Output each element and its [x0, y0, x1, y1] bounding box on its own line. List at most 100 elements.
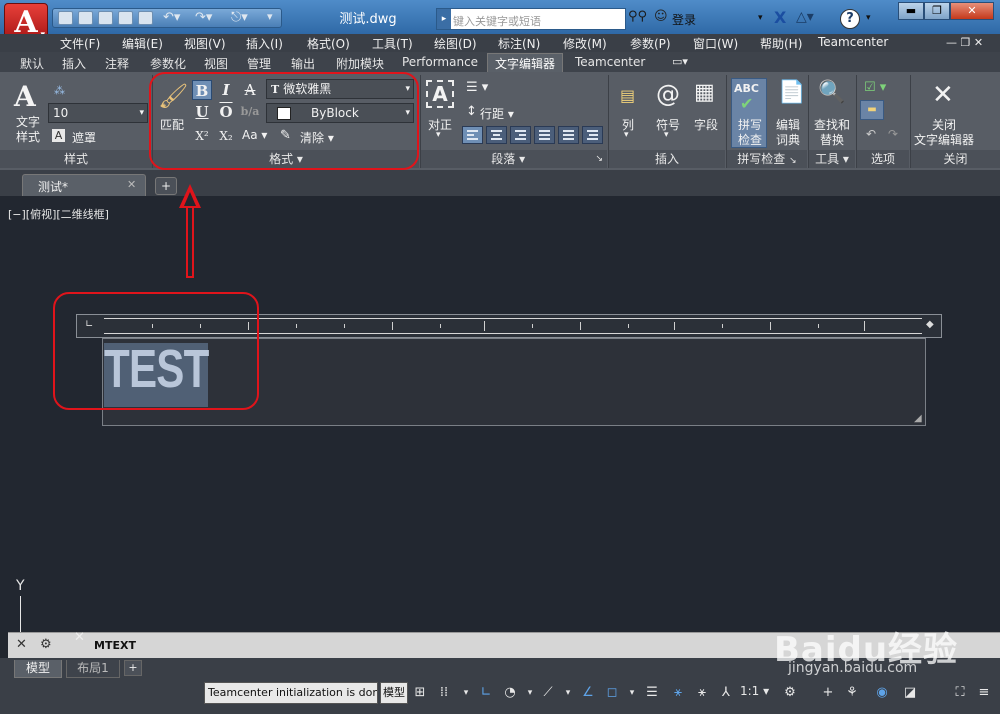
menu-tools[interactable]: 工具(T): [372, 35, 413, 52]
workspace-icon[interactable]: ⚙: [780, 682, 800, 704]
menu-help[interactable]: 帮助(H): [760, 35, 802, 52]
tab-default[interactable]: 默认: [20, 55, 44, 72]
menu-format[interactable]: 格式(O): [307, 35, 350, 52]
find-label-2[interactable]: 替换: [820, 131, 844, 148]
doc-window-controls[interactable]: — ❐ ✕: [946, 36, 983, 49]
open-icon[interactable]: [78, 11, 93, 25]
menu-file[interactable]: 文件(F): [60, 35, 100, 52]
login-dropdown-icon[interactable]: ▾: [758, 13, 763, 23]
tab-teamcenter[interactable]: Teamcenter: [575, 55, 645, 69]
text-height-combo[interactable]: 10 ▾: [48, 103, 148, 123]
annotation-scale-icon[interactable]: ⅄: [716, 682, 736, 704]
paragraph-panel-title[interactable]: 段落 ▾ ↘: [421, 150, 607, 168]
distribute-button[interactable]: [558, 126, 579, 144]
hardware-acceleration-icon[interactable]: ◉: [872, 682, 892, 704]
undo-icon[interactable]: ↶▾: [163, 10, 180, 25]
justification-icon[interactable]: A: [426, 80, 454, 108]
share-icon[interactable]: ⎋▾: [231, 10, 248, 25]
annotation-scale-value[interactable]: 1:1 ▾: [740, 684, 769, 698]
object-snap-icon[interactable]: ◻: [602, 682, 622, 704]
help-icon[interactable]: ?: [840, 9, 860, 29]
width-handle-icon[interactable]: ◆: [926, 319, 934, 330]
menu-parametric[interactable]: 参数(P): [630, 35, 671, 52]
osnap-dropdown-icon[interactable]: ▾: [622, 682, 642, 704]
iso-dropdown-icon[interactable]: ▾: [558, 682, 578, 704]
close-label-2[interactable]: 文字编辑器: [914, 131, 974, 148]
align-right-button[interactable]: [510, 126, 531, 144]
customize-qat-icon[interactable]: ▾: [267, 10, 273, 23]
search-input[interactable]: ▸ 键入关键字或短语: [436, 8, 626, 30]
redo-icon[interactable]: ↷: [888, 127, 898, 141]
field-icon[interactable]: ▦: [694, 80, 715, 105]
lineweight-icon[interactable]: ☰: [642, 682, 662, 704]
customize-status-icon[interactable]: ≡: [974, 682, 994, 704]
add-layout-button[interactable]: +: [124, 660, 142, 676]
exchange-icon[interactable]: X: [774, 8, 786, 27]
clean-screen-icon[interactable]: ◪: [900, 682, 920, 704]
object-snap-tracking-icon[interactable]: ∠: [578, 682, 598, 704]
dict-label-2[interactable]: 词典: [776, 131, 800, 148]
more-options-icon[interactable]: ☑ ▾: [864, 80, 886, 95]
save-as-icon[interactable]: [118, 11, 133, 25]
ruler-toggle-button[interactable]: ▬: [860, 100, 884, 120]
command-customize-icon[interactable]: ⚙: [40, 637, 52, 652]
tab-output[interactable]: 输出: [291, 55, 315, 72]
tab-model[interactable]: 模型: [14, 660, 62, 678]
resize-grip-icon[interactable]: ◢: [914, 413, 922, 424]
close-editor-icon[interactable]: ✕: [932, 80, 954, 110]
menu-dimension[interactable]: 标注(N): [498, 35, 540, 52]
line-spacing-button[interactable]: 行距 ▾: [480, 105, 514, 122]
find-replace-icon[interactable]: 🔍: [818, 80, 845, 105]
close-window-button[interactable]: ✕: [950, 2, 994, 20]
paragraph-launcher-icon[interactable]: ↘: [595, 150, 603, 168]
menu-view[interactable]: 视图(V): [184, 35, 226, 52]
login-button[interactable]: 登录: [672, 11, 696, 28]
print-icon[interactable]: [138, 11, 153, 25]
menu-draw[interactable]: 绘图(D): [434, 35, 477, 52]
restore-button[interactable]: ❐: [924, 2, 950, 20]
menu-insert[interactable]: 插入(I): [246, 35, 283, 52]
spellcheck-launcher-icon[interactable]: ↘: [789, 156, 797, 166]
tab-annotate[interactable]: 注释: [105, 55, 129, 72]
isolate-icon[interactable]: ⚘: [842, 682, 862, 704]
new-icon[interactable]: [58, 11, 73, 25]
check-icon[interactable]: ✔: [740, 94, 753, 113]
snap-icon[interactable]: ⁞⁞: [434, 682, 454, 704]
tab-addins[interactable]: 附加模块: [336, 55, 384, 72]
menu-edit[interactable]: 编辑(E): [122, 35, 163, 52]
mask-icon[interactable]: A: [52, 129, 65, 142]
redo-icon[interactable]: ↷▾: [195, 10, 212, 25]
new-tab-button[interactable]: +: [155, 177, 177, 195]
spell-label-2[interactable]: 检查: [738, 131, 762, 148]
tab-view[interactable]: 视图: [204, 55, 228, 72]
a360-icon[interactable]: △▾: [796, 9, 814, 25]
mask-label[interactable]: 遮罩: [72, 129, 96, 146]
command-cancel-icon[interactable]: ✕: [74, 630, 85, 645]
isodraft-icon[interactable]: ⟋: [538, 682, 558, 704]
spellcheck-panel-title[interactable]: 拼写检查 ↘: [727, 150, 807, 168]
tab-parametric[interactable]: 参数化: [150, 55, 186, 72]
tools-panel-title[interactable]: 工具 ▾: [809, 150, 855, 168]
menu-teamcenter[interactable]: Teamcenter: [818, 35, 888, 49]
help-dropdown-icon[interactable]: ▾: [866, 13, 871, 23]
save-icon[interactable]: [98, 11, 113, 25]
search-expand-icon[interactable]: ▸: [437, 9, 451, 29]
tab-text-editor[interactable]: 文字编辑器: [495, 55, 555, 72]
model-space-button[interactable]: 模型: [380, 682, 408, 704]
auto-scale-icon[interactable]: ⚹: [692, 682, 712, 704]
tab-layout1[interactable]: 布局1: [66, 660, 120, 678]
tab-insert[interactable]: 插入: [62, 55, 86, 72]
columns-icon[interactable]: ▤: [620, 86, 635, 105]
justify-button[interactable]: [534, 126, 555, 144]
edit-dictionary-icon[interactable]: 📄: [778, 80, 805, 105]
menu-modify[interactable]: 修改(M): [563, 35, 607, 52]
annotative-icon[interactable]: ⁂: [54, 84, 65, 97]
tab-manage[interactable]: 管理: [247, 55, 271, 72]
binoculars-icon[interactable]: ⚲⚲: [628, 9, 650, 27]
align-left-button[interactable]: [462, 126, 483, 144]
text-style-icon[interactable]: A: [14, 80, 36, 113]
justification-dropdown-icon[interactable]: ▾: [436, 130, 441, 140]
command-close-icon[interactable]: ✕: [16, 637, 27, 652]
fullscreen-icon[interactable]: ⛶: [950, 682, 970, 704]
columns-dropdown-icon[interactable]: ▾: [624, 130, 629, 140]
